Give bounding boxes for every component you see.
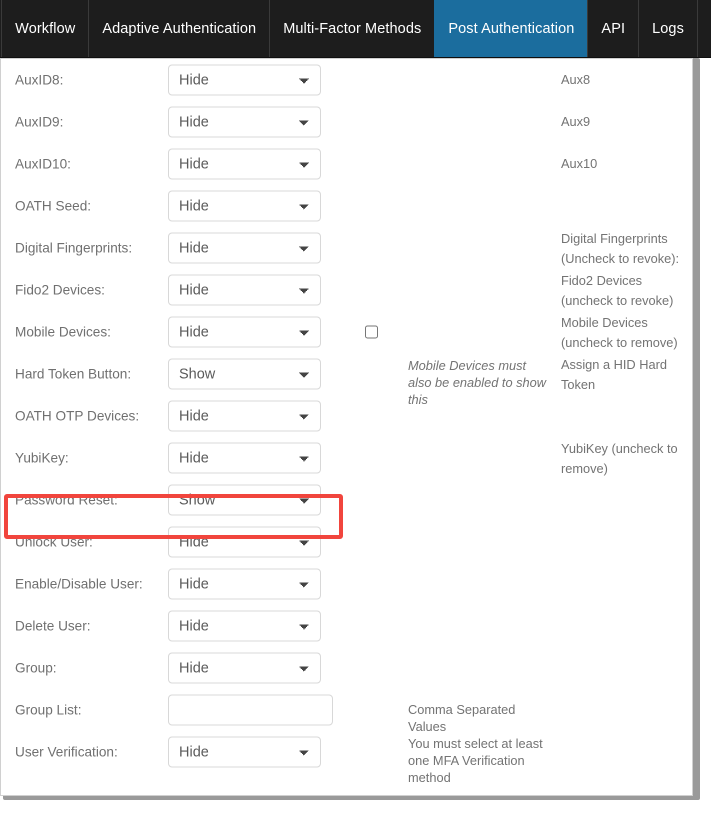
- settings-row-mobile-devices: Mobile Devices: HideShow Mobile Devices (u…: [1, 311, 693, 353]
- nav-tab-logs[interactable]: Logs: [638, 0, 698, 57]
- row-control-wrapper-oath-seed: HideShow: [168, 191, 321, 222]
- row-label-password-reset: Password Reset:: [15, 493, 118, 508]
- settings-row-user-verification: User Verification:HideShowYou must selec…: [1, 731, 693, 773]
- select-auxid9[interactable]: HideShow: [168, 107, 321, 138]
- settings-form: AuxID8:HideShowAux8AuxID9:HideShowAux9Au…: [1, 59, 692, 795]
- row-control-wrapper-unlock-user: HideShow: [168, 527, 321, 558]
- row-control-wrapper-fido2-devices: HideShow: [168, 275, 321, 306]
- row-control-wrapper-digital-fingerprints: HideShow: [168, 233, 321, 264]
- hint-right-yubikey: YubiKey (uncheck to remove): [561, 439, 686, 479]
- row-control-wrapper-mobile-devices: HideShow: [168, 317, 321, 348]
- settings-row-digital-fingerprints: Digital Fingerprints: HideShow Digital Fin…: [1, 227, 693, 269]
- select-digital-fingerprints[interactable]: HideShow: [168, 233, 321, 264]
- select-enable-disable-user[interactable]: HideShow: [168, 569, 321, 600]
- select-user-verification[interactable]: HideShow: [168, 737, 321, 768]
- row-control-wrapper-delete-user: HideShow: [168, 611, 321, 642]
- settings-row-oath-otp-devices: OATH OTP Devices: HideShow: [1, 395, 693, 437]
- select-unlock-user[interactable]: HideShow: [168, 527, 321, 558]
- input-group-list[interactable]: [168, 695, 333, 726]
- checkbox-mobile-devices[interactable]: [365, 326, 378, 339]
- select-oath-otp-devices[interactable]: HideShow: [168, 401, 321, 432]
- hint-middle-group-list: Comma Separated Values: [408, 701, 553, 735]
- select-group[interactable]: HideShow: [168, 653, 321, 684]
- row-label-hard-token-button: Hard Token Button:: [15, 367, 131, 382]
- hint-right-auxid10: Aux10: [561, 154, 686, 174]
- select-auxid8[interactable]: HideShow: [168, 65, 321, 96]
- row-control-wrapper-auxid10: HideShow: [168, 149, 321, 180]
- nav-tab-workflow[interactable]: Workflow: [1, 0, 89, 57]
- select-auxid10[interactable]: HideShow: [168, 149, 321, 180]
- select-password-reset[interactable]: HideShow: [168, 485, 321, 516]
- hint-right-fido2-devices: Fido2 Devices (uncheck to revoke): [561, 271, 686, 311]
- row-label-mobile-devices: Mobile Devices:: [15, 325, 111, 340]
- row-label-digital-fingerprints: Digital Fingerprints:: [15, 241, 132, 256]
- row-label-oath-otp-devices: OATH OTP Devices:: [15, 409, 139, 424]
- select-hard-token-button[interactable]: HideShow: [168, 359, 321, 390]
- select-mobile-devices[interactable]: HideShow: [168, 317, 321, 348]
- hint-right-auxid8: Aux8: [561, 70, 686, 90]
- settings-row-oath-seed: OATH Seed: HideShow: [1, 185, 693, 227]
- settings-row-group-list: Group List:Comma Separated Values: [1, 689, 693, 731]
- row-control-wrapper-hard-token-button: HideShow: [168, 359, 321, 390]
- select-delete-user[interactable]: HideShow: [168, 611, 321, 642]
- settings-row-fido2-devices: Fido2 Devices: HideShow Fido2 Devices (unc…: [1, 269, 693, 311]
- post-authentication-settings-card: AuxID8:HideShowAux8AuxID9:HideShowAux9Au…: [0, 58, 693, 796]
- select-fido2-devices[interactable]: HideShow: [168, 275, 321, 306]
- top-navigation-bar: n WorkflowAdaptive AuthenticationMulti-F…: [0, 0, 711, 58]
- settings-row-auxid10: AuxID10: HideShow Aux10: [1, 143, 693, 185]
- row-control-wrapper-user-verification: HideShow: [168, 737, 321, 768]
- hint-right-hard-token-button: Assign a HID Hard Token: [561, 355, 686, 395]
- select-oath-seed[interactable]: HideShow: [168, 191, 321, 222]
- row-label-delete-user: Delete User:: [15, 619, 91, 634]
- row-control-wrapper-oath-otp-devices: HideShow: [168, 401, 321, 432]
- nav-tab-adaptive-authentication[interactable]: Adaptive Authentication: [88, 0, 270, 57]
- settings-row-enable-disable-user: Enable/Disable User: HideShow: [1, 563, 693, 605]
- row-label-group-list: Group List:: [15, 703, 82, 718]
- row-label-yubikey: YubiKey:: [15, 451, 69, 466]
- hint-right-mobile-devices: Mobile Devices (uncheck to remove): [561, 313, 686, 353]
- row-control-wrapper-group-list: [168, 695, 333, 726]
- row-label-unlock-user: Unlock User:: [15, 535, 93, 550]
- row-label-oath-seed: OATH Seed:: [15, 199, 91, 214]
- hint-right-digital-fingerprints: Digital Fingerprints (Uncheck to revoke)…: [561, 229, 686, 269]
- settings-row-auxid9: AuxID9: HideShow Aux9: [1, 101, 693, 143]
- row-control-wrapper-auxid9: HideShow: [168, 107, 321, 138]
- application-window: n WorkflowAdaptive AuthenticationMulti-F…: [0, 0, 711, 819]
- row-control-wrapper-group: HideShow: [168, 653, 321, 684]
- settings-row-yubikey: YubiKey: HideShow YubiKey (uncheck to remo…: [1, 437, 693, 479]
- settings-row-group: Group: HideShow: [1, 647, 693, 689]
- row-label-auxid10: AuxID10:: [15, 157, 71, 172]
- row-label-user-verification: User Verification:: [15, 745, 118, 760]
- nav-tab-system-info[interactable]: System Info: [697, 0, 711, 57]
- row-label-auxid9: AuxID9:: [15, 115, 63, 130]
- row-control-wrapper-auxid8: HideShow: [168, 65, 321, 96]
- hint-middle-user-verification: You must select at least one MFA Verific…: [408, 735, 553, 786]
- settings-row-unlock-user: Unlock User: HideShow: [1, 521, 693, 563]
- nav-tab-post-authentication[interactable]: Post Authentication: [434, 0, 588, 57]
- row-control-wrapper-enable-disable-user: HideShow: [168, 569, 321, 600]
- nav-tab-multi-factor-methods[interactable]: Multi-Factor Methods: [269, 0, 435, 57]
- settings-row-password-reset: Password Reset: HideShow: [1, 479, 693, 521]
- row-label-auxid8: AuxID8:: [15, 73, 63, 88]
- row-label-enable-disable-user: Enable/Disable User:: [15, 577, 143, 592]
- row-label-group: Group:: [15, 661, 57, 676]
- row-control-wrapper-password-reset: HideShow: [168, 485, 321, 516]
- row-control-wrapper-yubikey: HideShow: [168, 443, 321, 474]
- hint-right-auxid9: Aux9: [561, 112, 686, 132]
- settings-row-hard-token-button: Hard Token Button:HideShowMobile Devices…: [1, 353, 693, 395]
- nav-tab-api[interactable]: API: [587, 0, 639, 57]
- settings-row-delete-user: Delete User: HideShow: [1, 605, 693, 647]
- select-yubikey[interactable]: HideShow: [168, 443, 321, 474]
- settings-row-auxid8: AuxID8: HideShow Aux8: [1, 59, 693, 101]
- row-label-fido2-devices: Fido2 Devices:: [15, 283, 105, 298]
